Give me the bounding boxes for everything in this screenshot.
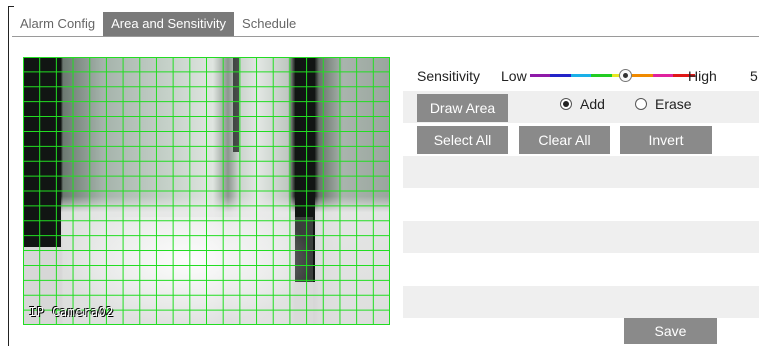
panel-frame-border [8, 6, 9, 346]
sensitivity-segment [632, 74, 655, 77]
add-radio[interactable] [560, 98, 572, 110]
mode-add-option[interactable]: Add [560, 96, 605, 112]
settings-row-empty-1 [403, 156, 759, 188]
clear-all-button[interactable]: Clear All [519, 126, 610, 154]
save-button[interactable]: Save [624, 318, 717, 344]
tab-alarm-config[interactable]: Alarm Config [12, 12, 103, 36]
sensitivity-segment [570, 74, 594, 77]
tab-bar: Alarm Config Area and Sensitivity Schedu… [12, 12, 304, 36]
sensitivity-high-label: High [688, 68, 717, 84]
sensitivity-low-label: Low [501, 68, 527, 84]
sensitivity-segment [591, 74, 614, 77]
erase-radio-label: Erase [655, 96, 692, 112]
sensitivity-value: 5 [750, 68, 758, 84]
draw-area-button[interactable]: Draw Area [417, 94, 508, 122]
settings-row-empty-2 [403, 221, 759, 253]
tab-bar-divider [12, 36, 759, 37]
camera-osd-label: IP Camera02 [29, 305, 114, 319]
panel-frame-corner [8, 6, 14, 7]
settings-row-empty-3 [403, 286, 759, 318]
add-radio-label: Add [580, 96, 605, 112]
tab-area-and-sensitivity[interactable]: Area and Sensitivity [103, 12, 235, 36]
sensitivity-segment [550, 74, 573, 77]
motion-detection-grid[interactable] [23, 57, 390, 325]
mode-erase-option[interactable]: Erase [635, 96, 692, 112]
sensitivity-segment [652, 74, 675, 77]
invert-button[interactable]: Invert [620, 126, 712, 154]
sensitivity-label: Sensitivity [417, 68, 481, 84]
erase-radio[interactable] [635, 98, 647, 110]
sensitivity-segment [530, 74, 553, 77]
slider-thumb-dot [623, 73, 629, 78]
sensitivity-slider[interactable] [530, 69, 696, 82]
tab-schedule[interactable]: Schedule [234, 12, 304, 36]
camera-preview[interactable]: IP Camera02 [23, 57, 390, 325]
select-all-button[interactable]: Select All [417, 126, 508, 154]
sensitivity-slider-thumb[interactable] [619, 69, 633, 82]
